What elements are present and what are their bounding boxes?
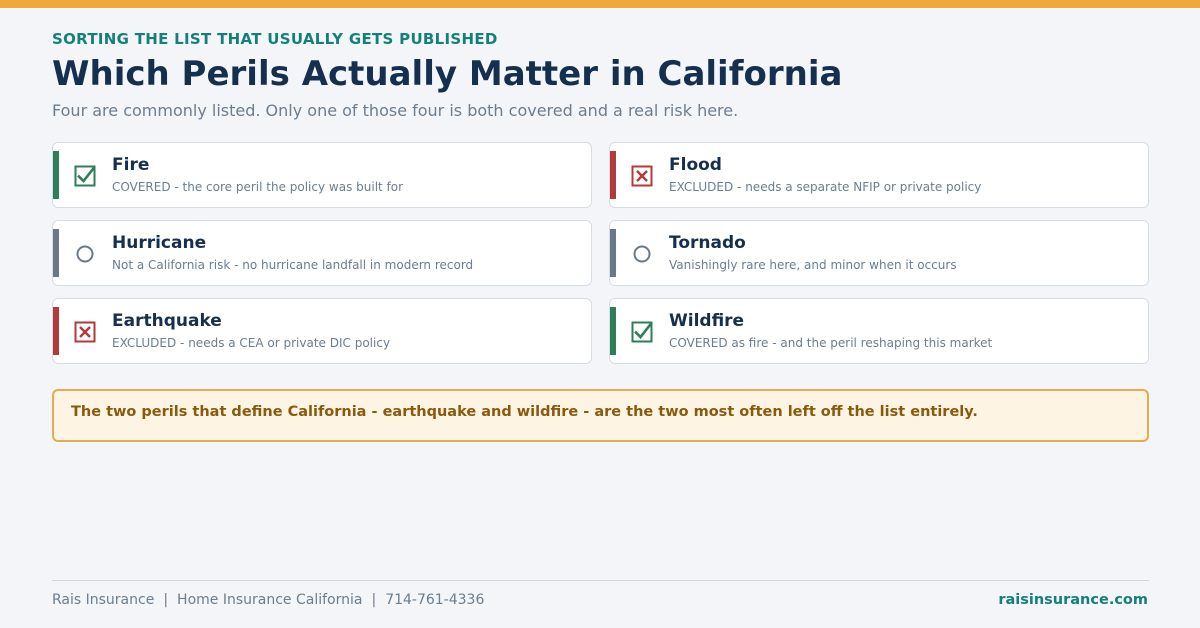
status-accent-bar	[53, 229, 59, 277]
status-accent-bar	[610, 151, 616, 199]
peril-card-wildfire: Wildfire COVERED as fire - and the peril…	[609, 298, 1149, 364]
footer-company: Rais Insurance	[52, 592, 155, 608]
footer-divider	[52, 580, 1149, 581]
peril-name: Fire	[112, 155, 150, 175]
footer-separator: |	[371, 592, 377, 608]
peril-card-earthquake: Earthquake EXCLUDED - needs a CEA or pri…	[52, 298, 592, 364]
peril-name: Wildfire	[669, 311, 745, 331]
checkbox-checked-icon	[74, 165, 96, 187]
status-accent-bar	[610, 307, 616, 355]
callout-box: The two perils that define California - …	[52, 389, 1149, 442]
peril-description: Vanishingly rare here, and minor when it…	[669, 258, 957, 272]
footer-product: Home Insurance California	[177, 592, 363, 608]
callout-text: The two perils that define California - …	[71, 404, 978, 420]
status-accent-bar	[53, 151, 59, 199]
top-accent-bar	[0, 0, 1200, 8]
peril-card-flood: Flood EXCLUDED - needs a separate NFIP o…	[609, 142, 1149, 208]
page-subtitle: Four are commonly listed. Only one of th…	[52, 101, 739, 120]
peril-card-fire: Fire COVERED - the core peril the policy…	[52, 142, 592, 208]
checkbox-x-icon	[74, 321, 96, 343]
peril-name: Hurricane	[112, 233, 207, 253]
status-accent-bar	[53, 307, 59, 355]
footer-phone: 714-761-4336	[385, 592, 485, 608]
peril-name: Earthquake	[112, 311, 222, 331]
peril-name: Flood	[669, 155, 722, 175]
peril-card-tornado: Tornado Vanishingly rare here, and minor…	[609, 220, 1149, 286]
page-title: Which Perils Actually Matter in Californ…	[52, 54, 843, 94]
checkbox-checked-icon	[631, 321, 653, 343]
peril-description: COVERED - the core peril the policy was …	[112, 180, 404, 194]
peril-name: Tornado	[669, 233, 746, 253]
checkbox-x-icon	[631, 165, 653, 187]
circle-icon	[76, 245, 94, 263]
peril-description: EXCLUDED - needs a separate NFIP or priv…	[669, 180, 982, 194]
peril-description: COVERED as fire - and the peril reshapin…	[669, 336, 993, 350]
eyebrow-heading: SORTING THE LIST THAT USUALLY GETS PUBLI…	[52, 30, 498, 48]
footer-separator: |	[163, 592, 169, 608]
status-accent-bar	[610, 229, 616, 277]
peril-description: Not a California risk - no hurricane lan…	[112, 258, 474, 272]
footer-info: Rais Insurance | Home Insurance California…	[52, 592, 484, 608]
footer-website-link[interactable]: raisinsurance.com	[998, 592, 1148, 608]
peril-description: EXCLUDED - needs a CEA or private DIC po…	[112, 336, 391, 350]
peril-card-hurricane: Hurricane Not a California risk - no hur…	[52, 220, 592, 286]
circle-icon	[633, 245, 651, 263]
peril-grid: Fire COVERED - the core peril the policy…	[52, 142, 1149, 364]
